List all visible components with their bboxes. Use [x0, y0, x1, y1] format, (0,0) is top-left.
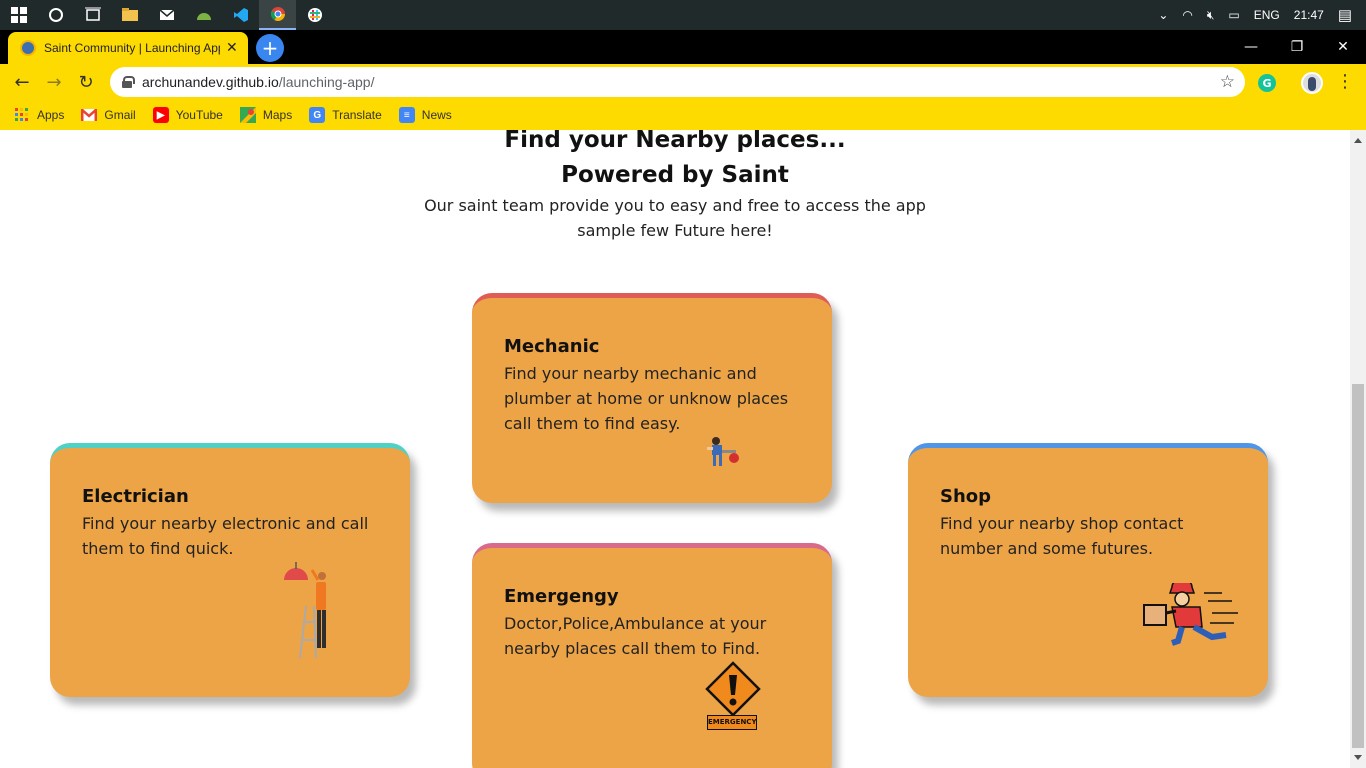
browser-tab[interactable]: Saint Community | Launching App ✕ [8, 32, 248, 64]
task-view-icon[interactable] [74, 0, 111, 30]
emergency-card[interactable]: Emergengy Doctor,Police,Ambulance at you… [472, 543, 832, 768]
browser-toolbar: ← → ↻ archunandev.github.io/launching-ap… [0, 64, 1366, 100]
scroll-down-arrow-icon[interactable] [1354, 755, 1362, 760]
card-description: Find your nearby shop contact number and… [940, 514, 1184, 558]
mechanic-card[interactable]: Mechanic Find your nearby mechanic and p… [472, 293, 832, 503]
apps-grid-icon [14, 107, 30, 123]
mail-icon[interactable] [148, 0, 185, 30]
bookmark-label: Maps [262, 108, 293, 122]
page-heading-line2: Powered by Saint [561, 162, 789, 188]
bookmark-label: Translate [332, 108, 382, 122]
windows-start-icon[interactable] [0, 0, 37, 30]
bookmark-apps[interactable]: Apps [14, 107, 64, 123]
window-controls: — ❐ ✕ [1228, 30, 1366, 64]
scrollbar-thumb[interactable] [1352, 384, 1364, 748]
restore-icon[interactable]: ❐ [1274, 30, 1320, 64]
bookmark-label: Gmail [104, 108, 136, 122]
card-title: Electrician [82, 486, 189, 507]
windows-taskbar: ⌄ ◠ 🔇︎ ▭ ENG 21:47 ▤ [0, 0, 1366, 30]
shop-card[interactable]: Shop Find your nearby shop contact numbe… [908, 443, 1268, 697]
page-heading-line1: Find your Nearby places... [504, 130, 846, 153]
battery-icon[interactable]: ▭ [1228, 8, 1239, 22]
tab-title: Saint Community | Launching App [44, 41, 220, 55]
url-path: /launching-app/ [278, 74, 375, 90]
page-subtitle-line1: Our saint team provide you to easy and f… [424, 196, 926, 215]
bookmark-star-icon[interactable]: ☆ [1220, 72, 1235, 92]
volume-muted-icon[interactable]: 🔇︎ [1207, 8, 1215, 23]
page-subtitle-line2: sample few Future here! [577, 221, 773, 240]
bookmark-label: Apps [37, 108, 65, 122]
url-domain: archunandev.github.io [142, 74, 279, 90]
search-circle-icon[interactable] [37, 0, 74, 30]
news-icon: ≡ [398, 107, 415, 123]
grammarly-extension-icon[interactable]: G [1258, 74, 1276, 92]
slack-icon[interactable] [296, 0, 333, 30]
chevron-up-icon[interactable]: ⌄ [1158, 8, 1168, 22]
url-text[interactable]: archunandev.github.io/launching-app/ [142, 74, 374, 90]
chrome-menu-icon[interactable]: ⋮ [1336, 71, 1354, 92]
scroll-up-arrow-icon[interactable] [1354, 138, 1362, 143]
forward-arrow-icon[interactable]: → [42, 70, 66, 94]
minimize-icon[interactable]: — [1228, 30, 1274, 64]
file-explorer-icon[interactable] [111, 0, 148, 30]
clock[interactable]: 21:47 [1294, 8, 1324, 22]
page-content: Find your Nearby places... Powered by Sa… [0, 130, 1350, 768]
tab-favicon-icon [20, 40, 36, 56]
card-title: Shop [940, 486, 992, 507]
card-title: Mechanic [504, 336, 600, 357]
close-tab-icon[interactable]: ✕ [226, 40, 238, 56]
bookmark-label: News [421, 108, 452, 122]
back-arrow-icon[interactable]: ← [10, 70, 34, 94]
language-indicator[interactable]: ENG [1254, 8, 1280, 22]
delivery-man-illustration-icon [1143, 583, 1238, 646]
card-title: Emergengy [504, 586, 619, 607]
maps-icon [239, 107, 256, 123]
wifi-icon[interactable]: ◠ [1182, 8, 1192, 22]
gmail-icon [81, 107, 98, 123]
bookmark-youtube[interactable]: ▶ YouTube [152, 107, 223, 123]
bookmark-news[interactable]: ≡ News [398, 107, 452, 123]
emergency-sign-icon: EMERGENCY [705, 661, 761, 733]
electrician-card[interactable]: Electrician Find your nearby electronic … [50, 443, 410, 697]
chrome-taskbar-icon[interactable] [259, 0, 296, 30]
mechanic-illustration-icon [707, 437, 739, 466]
address-bar[interactable]: archunandev.github.io/launching-app/ ☆ [110, 67, 1245, 97]
vscode-icon[interactable] [222, 0, 259, 30]
emergency-sign-label: EMERGENCY [707, 715, 757, 730]
tab-strip: Saint Community | Launching App ✕ + — ❐ … [0, 30, 1366, 64]
page-scrollbar[interactable] [1350, 130, 1366, 768]
youtube-icon: ▶ [152, 107, 169, 123]
translate-icon: G [309, 107, 326, 123]
bookmark-gmail[interactable]: Gmail [81, 107, 136, 123]
reload-icon[interactable]: ↻ [74, 70, 98, 94]
android-studio-icon[interactable] [185, 0, 222, 30]
bookmark-label: YouTube [175, 108, 223, 122]
card-description: Find your nearby electronic and call the… [82, 514, 369, 558]
card-description: Doctor,Police,Ambulance at your nearby p… [504, 614, 767, 658]
close-window-icon[interactable]: ✕ [1320, 30, 1366, 64]
bookmark-translate[interactable]: G Translate [309, 107, 382, 123]
system-tray: ⌄ ◠ 🔇︎ ▭ ENG 21:47 ▤ [1158, 0, 1366, 30]
card-description: Find your nearby mechanic and plumber at… [504, 364, 789, 433]
notifications-icon[interactable]: ▤ [1338, 6, 1352, 24]
bookmarks-bar: Apps Gmail ▶ YouTube Maps G Translate ≡ … [0, 100, 1366, 130]
lock-icon[interactable] [122, 76, 135, 88]
bookmark-maps[interactable]: Maps [239, 107, 293, 123]
electrician-ladder-illustration-icon [284, 562, 326, 659]
profile-avatar[interactable] [1301, 72, 1323, 94]
new-tab-button[interactable]: + [256, 34, 284, 62]
